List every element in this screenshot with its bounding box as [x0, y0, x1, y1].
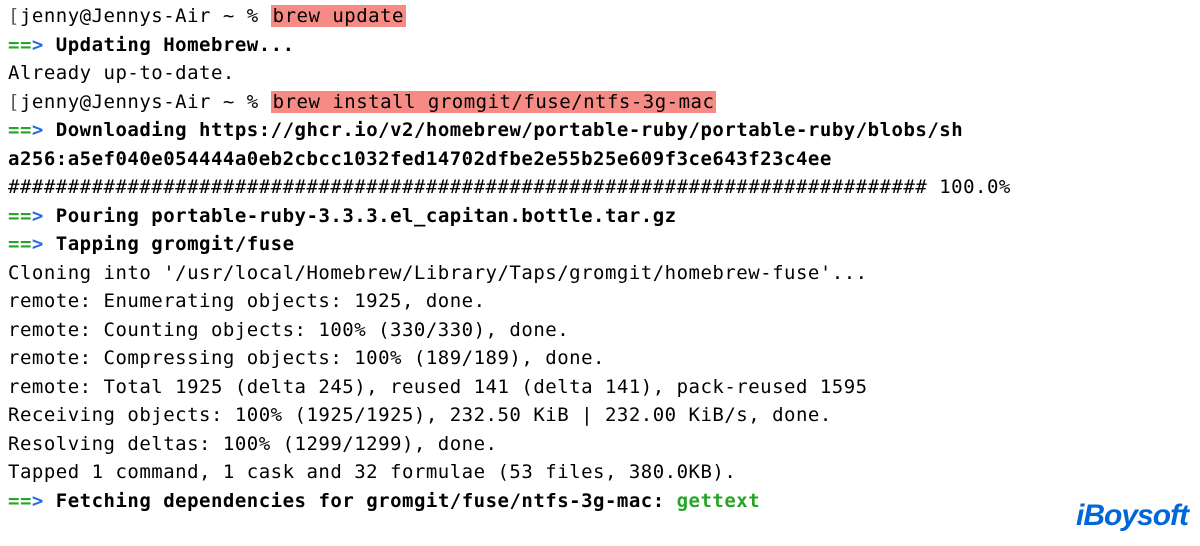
output-total: remote: Total 1925 (delta 245), reused 1…: [8, 373, 1192, 402]
dependency-gettext: gettext: [677, 490, 761, 512]
output-tapped: Tapped 1 command, 1 cask and 32 formulae…: [8, 458, 1192, 487]
output-enumerating: remote: Enumerating objects: 1925, done.: [8, 287, 1192, 316]
bracket-left: [: [8, 5, 20, 27]
output-receiving: Receiving objects: 100% (1925/1925), 232…: [8, 401, 1192, 430]
output-fetching-deps: ==> Fetching dependencies for gromgit/fu…: [8, 487, 1192, 516]
prompt-line-1: [jenny@Jennys-Air ~ % brew update: [8, 2, 1192, 31]
command-highlight-2: brew install gromgit/fuse/ntfs-3g-mac: [271, 91, 717, 113]
output-compressing: remote: Compressing objects: 100% (189/1…: [8, 344, 1192, 373]
output-counting: remote: Counting objects: 100% (330/330)…: [8, 316, 1192, 345]
output-cloning: Cloning into '/usr/local/Homebrew/Librar…: [8, 259, 1192, 288]
prompt-line-2: [jenny@Jennys-Air ~ % brew install gromg…: [8, 88, 1192, 117]
output-updating: ==> Updating Homebrew...: [8, 31, 1192, 60]
output-tapping: ==> Tapping gromgit/fuse: [8, 230, 1192, 259]
output-downloading-1: ==> Downloading https://ghcr.io/v2/homeb…: [8, 116, 1192, 145]
output-resolving: Resolving deltas: 100% (1299/1299), done…: [8, 430, 1192, 459]
command-highlight-1: brew update: [271, 5, 406, 27]
watermark-iboysoft: iBoysoft: [1076, 493, 1188, 538]
prompt-user-host: jenny@Jennys-Air ~ %: [20, 5, 271, 27]
prompt-user-host: jenny@Jennys-Air ~ %: [20, 91, 271, 113]
output-uptodate: Already up-to-date.: [8, 59, 1192, 88]
bracket-left: [: [8, 91, 20, 113]
output-pouring: ==> Pouring portable-ruby-3.3.3.el_capit…: [8, 202, 1192, 231]
output-progress-bar: ########################################…: [8, 173, 1192, 202]
output-sha: a256:a5ef040e054444a0eb2cbcc1032fed14702…: [8, 145, 1192, 174]
terminal-output[interactable]: [jenny@Jennys-Air ~ % brew update ==> Up…: [8, 2, 1192, 515]
